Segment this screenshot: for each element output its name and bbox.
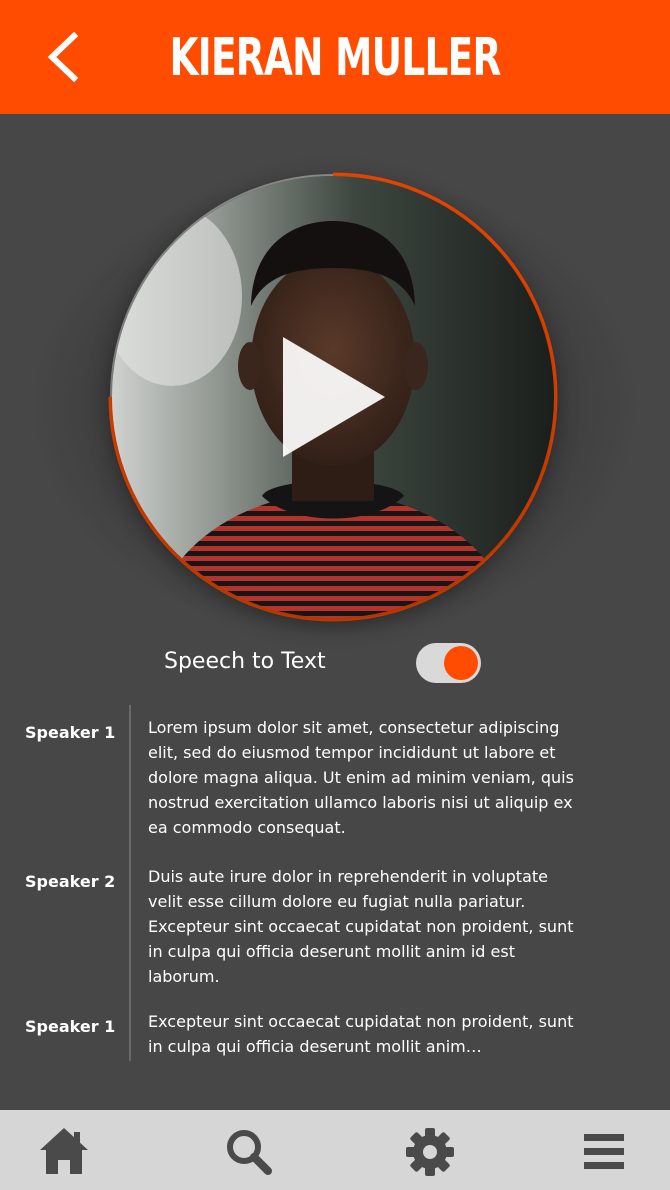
utterance-line: Lorem ipsum dolor sit amet, consectetur … [148,718,560,737]
play-button[interactable] [283,337,393,457]
play-icon [283,337,385,457]
transcript: Speaker 1 Lorem ipsum dolor sit amet, co… [0,705,670,1065]
speaker-label: Speaker 1 [25,1017,116,1036]
utterance-line: in culpa qui officia deserunt mollit ani… [148,1037,482,1056]
back-button[interactable] [38,28,90,86]
transcript-entry: Speaker 1 Excepteur sint occaecat cupida… [0,999,670,1069]
speaker-label: Speaker 1 [25,723,116,742]
utterance-line: velit esse cillum dolore eu fugiat nulla… [148,892,526,911]
utterance-line: Excepteur sint occaecat cupidatat non pr… [148,917,574,936]
utterance-text: Duis aute irure dolor in reprehenderit i… [148,864,588,989]
tab-menu[interactable] [576,1124,632,1180]
bottom-tab-bar [0,1110,670,1190]
utterance-line: nostrud exercitation ullamco laboris nis… [148,793,573,812]
utterance-line: in culpa qui officia deserunt mollit ani… [148,942,515,961]
utterance-line: ea commodo consequat. [148,818,346,837]
tab-settings[interactable] [402,1124,458,1180]
app-screen: KIERAN MULLER Speech to Text Speaker 1 L… [0,0,670,1190]
toggle-knob [444,646,478,680]
utterance-line: Duis aute irure dolor in reprehenderit i… [148,867,548,886]
utterance-line: elit, sed do eiusmod tempor incididunt u… [148,743,556,762]
gear-icon [406,1128,454,1176]
utterance-line: dolore magna aliqua. Ut enim ad minim ve… [148,768,574,787]
utterance-text: Lorem ipsum dolor sit amet, consectetur … [148,715,588,840]
speech-to-text-toggle[interactable] [416,643,481,683]
speech-to-text-setting: Speech to Text [164,640,484,686]
utterance-text: Excepteur sint occaecat cupidatat non pr… [148,1009,588,1059]
tab-search[interactable] [221,1124,277,1180]
page-title: KIERAN MULLER [169,28,501,88]
transcript-entry: Speaker 2 Duis aute irure dolor in repre… [0,854,670,1004]
utterance-line: Excepteur sint occaecat cupidatat non pr… [148,1012,574,1031]
search-icon [227,1130,272,1175]
menu-icon [584,1134,624,1169]
utterance-line: laborum. [148,967,220,986]
tab-home[interactable] [36,1124,92,1180]
home-icon [40,1128,88,1174]
speaker-label: Speaker 2 [25,872,116,891]
speech-to-text-label: Speech to Text [164,649,326,674]
header-bar: KIERAN MULLER [0,0,670,114]
chevron-left-icon [47,31,79,83]
video-player[interactable] [108,172,558,622]
transcript-entry: Speaker 1 Lorem ipsum dolor sit amet, co… [0,705,670,855]
